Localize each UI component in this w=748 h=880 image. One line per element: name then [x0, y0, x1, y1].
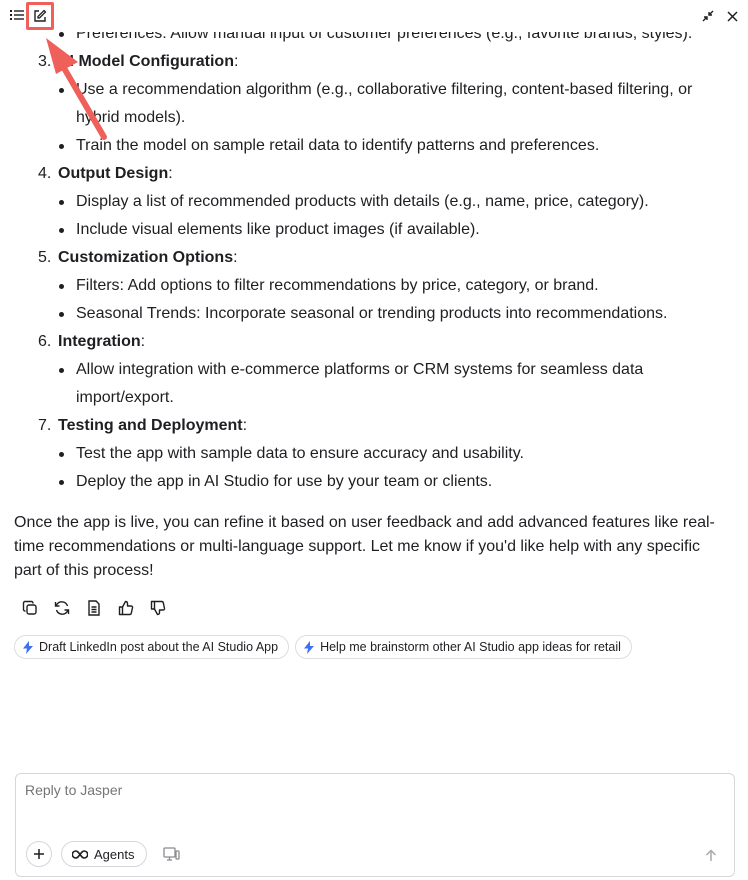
- edit-icon: [33, 9, 47, 23]
- step-heading: Output Design:: [58, 165, 173, 182]
- list-item: Test the app with sample data to ensure …: [54, 440, 736, 468]
- step-number: 3.: [38, 53, 52, 70]
- suggestion-label: Help me brainstorm other AI Studio app i…: [320, 640, 621, 654]
- steps-list: 3. AI Model Configuration: Use a recommend…: [14, 48, 736, 496]
- step-heading: AI Model Configuration:: [58, 53, 239, 70]
- closing-paragraph: Once the app is live, you can refine it …: [14, 514, 715, 579]
- step-title: Testing and Deployment: [58, 417, 243, 434]
- suggestion-chip-brainstorm[interactable]: Help me brainstorm other AI Studio app i…: [295, 635, 632, 659]
- assistant-message: Preferences: Allow manual input of custo…: [14, 20, 736, 496]
- reply-composer: Agents: [15, 773, 735, 877]
- bullet-list: Filters: Add options to filter recommend…: [14, 272, 736, 328]
- bullet-list: Allow integration with e-commerce platfo…: [14, 356, 736, 412]
- step-title: Customization Options: [58, 249, 234, 266]
- agents-button[interactable]: Agents: [61, 841, 148, 867]
- device-icon[interactable]: [161, 845, 181, 863]
- top-toolbar: [0, 0, 748, 32]
- regenerate-icon[interactable]: [52, 598, 72, 618]
- step-item: 5. Customization Options: Filters: Add opt…: [14, 244, 736, 328]
- step-item: 6. Integration: Allow integration with e-c…: [14, 328, 736, 412]
- step-title: Integration: [58, 333, 141, 350]
- list-item: Include visual elements like product ima…: [54, 216, 736, 244]
- close-icon[interactable]: [722, 6, 742, 26]
- suggestion-chips: Draft LinkedIn post about the AI Studio …: [14, 635, 632, 659]
- thumbs-down-icon[interactable]: [148, 598, 168, 618]
- copy-icon[interactable]: [20, 598, 40, 618]
- response-actions: [20, 598, 168, 620]
- list-item: Seasonal Trends: Incorporate seasonal or…: [54, 300, 736, 328]
- step-item: 4. Output Design: Display a list of recomm…: [14, 160, 736, 244]
- list-item: Use a recommendation algorithm (e.g., co…: [54, 76, 736, 132]
- list-item: Filters: Add options to filter recommend…: [54, 272, 736, 300]
- list-icon[interactable]: [8, 6, 26, 24]
- plus-icon: [33, 848, 45, 860]
- list-item: Allow integration with e-commerce platfo…: [54, 356, 736, 412]
- list-item: Deploy the app in AI Studio for use by y…: [54, 468, 736, 496]
- step-title: Output Design: [58, 165, 169, 182]
- step-heading: Integration:: [58, 333, 146, 350]
- bullet-list: Use a recommendation algorithm (e.g., co…: [14, 76, 736, 160]
- new-chat-button[interactable]: [26, 2, 54, 30]
- lightning-icon: [304, 640, 315, 654]
- step-heading: Testing and Deployment:: [58, 417, 248, 434]
- list-item: Train the model on sample retail data to…: [54, 132, 736, 160]
- thumbs-up-icon[interactable]: [116, 598, 136, 618]
- list-item: Display a list of recommended products w…: [54, 188, 736, 216]
- infinity-icon: [72, 849, 88, 859]
- lightning-icon: [23, 640, 33, 654]
- step-item: 7. Testing and Deployment: Test the app wi…: [14, 412, 736, 496]
- step-heading: Customization Options:: [58, 249, 238, 266]
- step-item: 3. AI Model Configuration: Use a recommend…: [14, 48, 736, 160]
- agents-label: Agents: [94, 846, 135, 862]
- step-number: 6.: [38, 333, 52, 350]
- bullet-list: Test the app with sample data to ensure …: [14, 440, 736, 496]
- arrow-up-icon: [705, 848, 717, 862]
- send-button[interactable]: [700, 844, 722, 866]
- step-number: 7.: [38, 417, 52, 434]
- minimize-icon[interactable]: [698, 6, 718, 26]
- document-icon[interactable]: [84, 598, 104, 618]
- step-number: 4.: [38, 165, 52, 182]
- bullet-list: Display a list of recommended products w…: [14, 188, 736, 244]
- reply-input[interactable]: [25, 782, 715, 798]
- suggestion-chip-linkedin[interactable]: Draft LinkedIn post about the AI Studio …: [14, 635, 290, 659]
- add-attachment-button[interactable]: [26, 841, 52, 867]
- step-number: 5.: [38, 249, 52, 266]
- suggestion-label: Draft LinkedIn post about the AI Studio …: [39, 640, 279, 654]
- step-title: AI Model Configuration: [58, 53, 234, 70]
